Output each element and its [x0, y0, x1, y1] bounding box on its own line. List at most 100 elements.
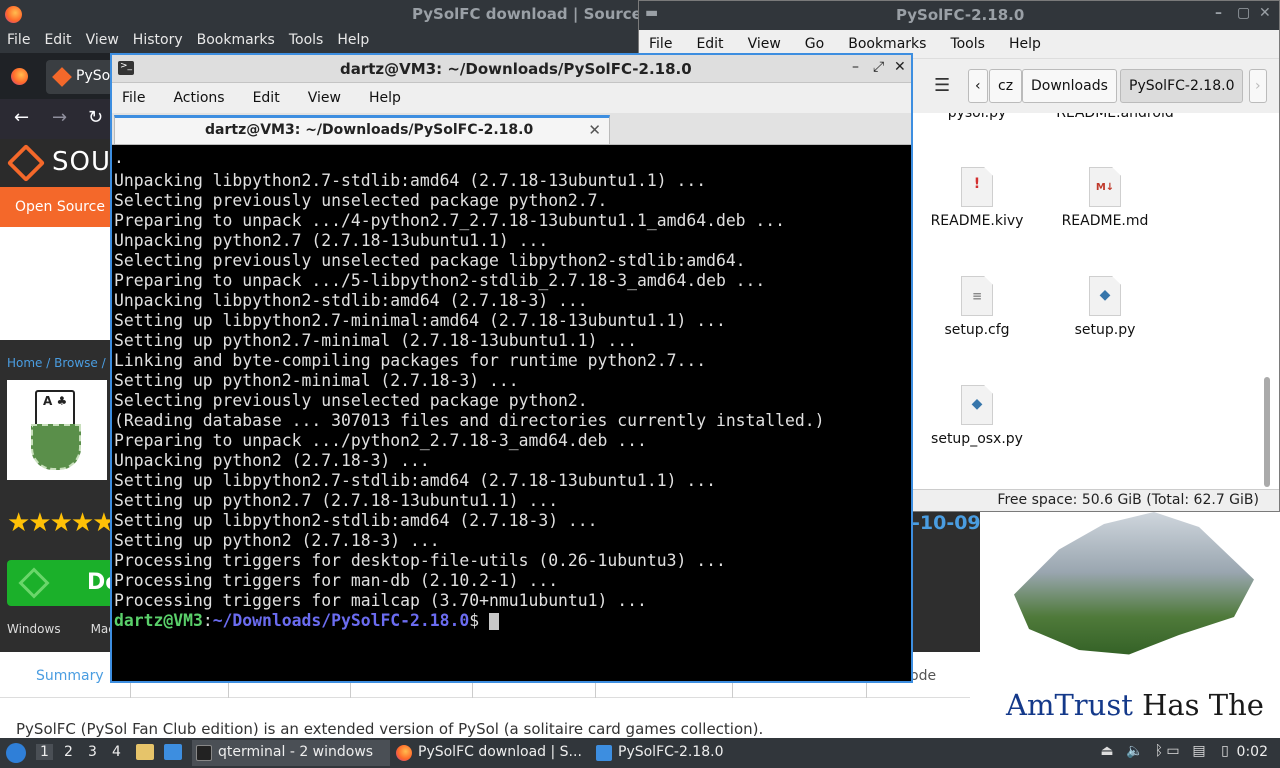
start-menu-icon[interactable] [6, 743, 26, 763]
terminal-line: Preparing to unpack .../5-libpython2-std… [114, 271, 766, 290]
breadcrumb[interactable]: Home / Browse / Ga [7, 356, 126, 370]
menu-bookmarks[interactable]: Bookmarks [194, 29, 278, 53]
fm-menu-tools[interactable]: Tools [950, 30, 985, 58]
maximize-icon[interactable]: ⤢ [873, 59, 884, 75]
breadcrumb-scroll-left-icon[interactable]: ‹ [968, 69, 988, 103]
file-item[interactable]: ◆ setup_osx.py [917, 385, 1037, 447]
breadcrumb-scroll-right-icon[interactable]: › [1249, 69, 1267, 103]
network-icon[interactable]: ▤ [1190, 743, 1208, 761]
terminal-line: Setting up python2 (2.7.18-3) ... [114, 531, 440, 550]
terminal-line: Unpacking python2 (2.7.18-3) ... [114, 451, 430, 470]
scrollbar[interactable] [1264, 377, 1270, 487]
clock[interactable]: 0:02 [1237, 744, 1268, 760]
breadcrumb-downloads[interactable]: Downloads [1022, 69, 1117, 103]
term-menu-view[interactable]: View [308, 83, 341, 113]
terminal-menubar: File Actions Edit View Help [112, 83, 911, 113]
file-item[interactable]: ≡ setup.cfg [917, 276, 1037, 338]
terminal-app-icon [196, 745, 212, 761]
minimize-icon[interactable]: – [1215, 5, 1222, 21]
workspace-3[interactable]: 3 [88, 744, 97, 760]
terminal-prompt[interactable]: dartz@VM3:~/Downloads/PySolFC-2.18.0$ [114, 611, 911, 631]
file-item[interactable]: ! README.kivy [917, 167, 1037, 229]
terminal-line: Selecting previously unselected package … [114, 191, 608, 210]
download-button[interactable]: Do [7, 560, 120, 606]
menu-tools[interactable]: Tools [286, 29, 327, 53]
tab-summary[interactable]: Summary [36, 668, 104, 684]
file-item[interactable]: M↓ README.md [1045, 167, 1165, 229]
folder-icon [596, 745, 612, 761]
task-qterminal[interactable]: qterminal - 2 windows [192, 740, 390, 766]
download-icon [18, 567, 50, 599]
show-desktop-icon[interactable] [164, 744, 182, 760]
task-file-manager[interactable]: PySolFC-2.18.0 [592, 740, 752, 766]
terminal-line: Processing triggers for desktop-file-uti… [114, 551, 726, 570]
term-menu-actions[interactable]: Actions [173, 83, 224, 113]
menu-history[interactable]: History [130, 29, 186, 53]
term-menu-edit[interactable]: Edit [253, 83, 280, 113]
markdown-doc-icon: M↓ [1089, 167, 1121, 207]
terminal-line: Processing triggers for man-db (2.10.2-1… [114, 571, 559, 590]
ad-city-image [1014, 512, 1254, 655]
terminal-line: Setting up libpython2.7-stdlib:amd64 (2.… [114, 471, 716, 490]
file-item[interactable]: pysol.py [917, 113, 1037, 121]
term-menu-file[interactable]: File [122, 83, 145, 113]
list-view-icon[interactable]: ☰ [934, 75, 950, 96]
file-manager-titlebar: ▬ PySolFC-2.18.0 – ▢ ✕ [639, 1, 1279, 30]
back-icon[interactable]: ← [14, 107, 29, 128]
sourceforge-logo-icon[interactable] [6, 143, 46, 183]
breadcrumb-home[interactable]: cz [989, 69, 1023, 103]
task-firefox[interactable]: PySolFC download | S... [392, 740, 592, 766]
clipboard-icon[interactable]: ▭ [1164, 743, 1182, 761]
terminal-titlebar: >_ dartz@VM3: ~/Downloads/PySolFC-2.18.0… [112, 55, 911, 83]
terminal-output[interactable]: . Unpacking libpython2.7-stdlib:amd64 (2.… [112, 147, 911, 681]
maximize-icon[interactable]: ▢ [1237, 5, 1250, 21]
workspace-1[interactable]: 1 [36, 744, 53, 760]
file-item[interactable]: ◆ setup.py [1045, 276, 1165, 338]
terminal-line: Unpacking python2.7 (2.7.18-13ubuntu1.1)… [114, 231, 549, 250]
file-name: README.android [1056, 113, 1174, 121]
close-tab-icon[interactable]: ✕ [588, 121, 601, 139]
breadcrumb-current[interactable]: PySolFC-2.18.0 [1120, 69, 1244, 103]
ad-headline-text: Has The [1132, 688, 1264, 722]
menu-edit[interactable]: Edit [41, 29, 74, 53]
terminal-tab[interactable]: dartz@VM3: ~/Downloads/PySolFC-2.18.0 ✕ [114, 115, 610, 145]
firefox-icon [396, 745, 412, 761]
file-name: setup.cfg [944, 322, 1010, 338]
removable-drive-icon[interactable]: ⏏ [1098, 743, 1116, 761]
close-icon[interactable]: ✕ [1259, 5, 1271, 21]
terminal-line: Preparing to unpack .../4-python2.7_2.7.… [114, 211, 786, 230]
close-icon[interactable]: ✕ [894, 59, 906, 75]
firefox-view-icon[interactable] [11, 68, 28, 85]
menu-file[interactable]: File [4, 29, 33, 53]
volume-icon[interactable]: 🔈 [1126, 743, 1144, 761]
project-description: PySolFC (PySol Fan Club edition) is an e… [16, 720, 764, 738]
forward-icon[interactable]: → [52, 107, 67, 128]
reload-icon[interactable]: ↻ [88, 107, 103, 128]
file-item[interactable]: README.android [1045, 113, 1185, 121]
terminal-line: Processing triggers for mailcap (3.70+nm… [114, 591, 647, 610]
sourceforge-favicon [52, 67, 72, 87]
workspace-2[interactable]: 2 [64, 744, 73, 760]
prompt-path: ~/Downloads/PySolFC-2.18.0 [212, 611, 470, 630]
terminal-line: Setting up python2.7 (2.7.18-13ubuntu1.1… [114, 491, 559, 510]
os-link-windows[interactable]: Windows [7, 622, 61, 636]
firefox-icon [5, 6, 22, 23]
term-menu-help[interactable]: Help [369, 83, 401, 113]
file-name: README.md [1061, 213, 1149, 229]
fm-menu-help[interactable]: Help [1009, 30, 1041, 58]
terminal-line: Setting up python2.7-minimal (2.7.18-13u… [114, 331, 638, 350]
workspace-4[interactable]: 4 [112, 744, 121, 760]
firefox-window-title: PySolFC download | Source [412, 5, 642, 23]
tab-code[interactable]: ode [910, 668, 936, 684]
advertisement[interactable]: AmTrust Has The [980, 512, 1280, 738]
file-manager-launcher-icon[interactable] [136, 744, 154, 760]
folder-icon: ▬ [645, 5, 659, 21]
menu-help[interactable]: Help [334, 29, 372, 53]
minimize-icon[interactable]: – [852, 59, 859, 75]
rating-stars: ★★★★★ [7, 508, 116, 538]
firefox-menubar: File Edit View History Bookmarks Tools H… [0, 29, 640, 53]
menu-view[interactable]: View [83, 29, 122, 53]
notification-icon[interactable]: ▯ [1216, 743, 1234, 761]
terminal-lines: Unpacking libpython2.7-stdlib:amd64 (2.7… [114, 171, 911, 611]
terminal-tabbar: dartz@VM3: ~/Downloads/PySolFC-2.18.0 ✕ [112, 113, 911, 145]
